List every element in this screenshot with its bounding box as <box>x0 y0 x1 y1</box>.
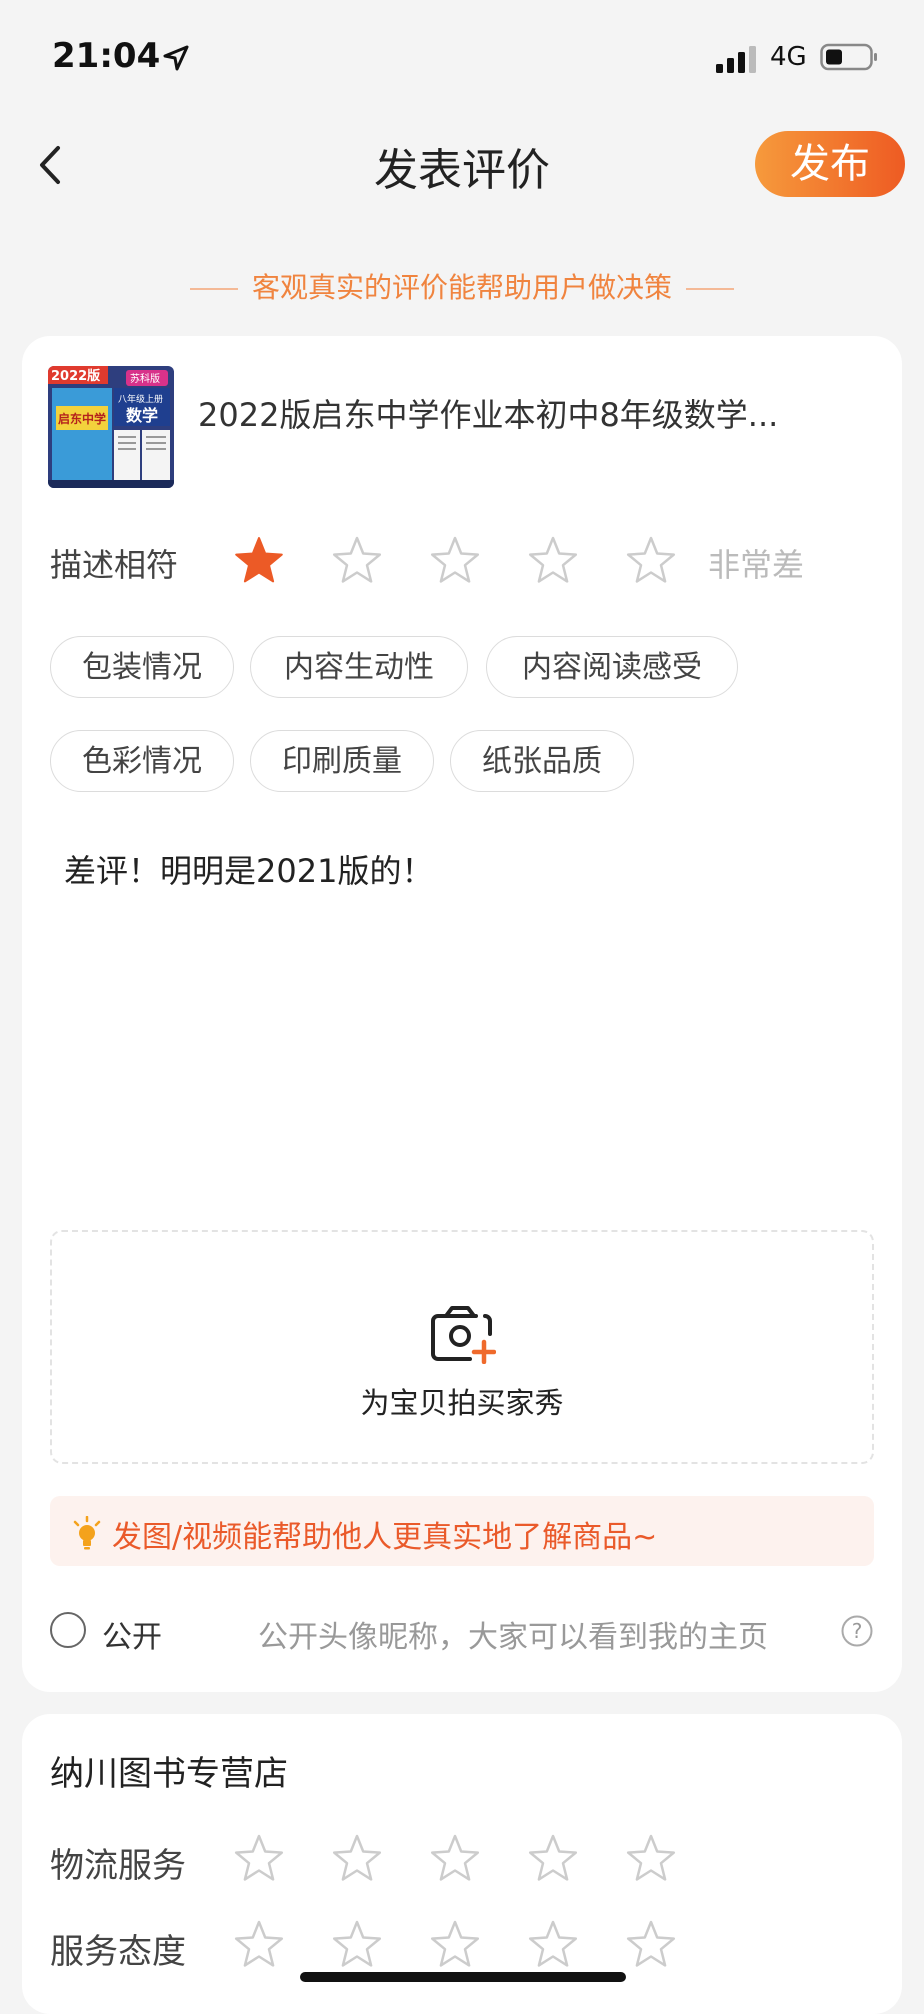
service-star-icon[interactable] <box>526 1918 580 1972</box>
rating-text: 非常差 <box>708 546 805 584</box>
service-star-icon[interactable] <box>428 1918 482 1972</box>
publish-button[interactable]: 发布 <box>755 131 905 197</box>
signal-icon <box>716 46 756 73</box>
rating-label: 描述相符 <box>50 546 179 584</box>
hint-text: 发图/视频能帮助他人更真实地了解商品~ <box>112 1520 658 1555</box>
cover-grade: 八年级上册 <box>118 393 163 405</box>
rating-star-icon[interactable] <box>526 534 580 588</box>
cover-version: 苏科版 <box>130 372 160 385</box>
cover-subject: 数学 <box>126 406 158 425</box>
product-title[interactable]: 2022版启东中学作业本初中8年级数学... <box>198 390 878 436</box>
service-label: 服务态度 <box>50 1932 186 1972</box>
upload-label: 为宝贝拍买家秀 <box>360 1386 564 1420</box>
tag-print-quality[interactable]: 印刷质量 <box>250 730 434 792</box>
rating-star-icon[interactable] <box>624 534 678 588</box>
home-indicator[interactable] <box>300 1972 626 1982</box>
logistics-star-icon[interactable] <box>624 1832 678 1886</box>
service-star-icon[interactable] <box>232 1918 286 1972</box>
cover-edition: 2022版 <box>51 368 100 384</box>
rating-star-icon[interactable] <box>428 534 482 588</box>
lightbulb-icon <box>73 1516 101 1550</box>
tip-text: 客观真实的评价能帮助用户做决策 <box>251 271 672 304</box>
help-icon[interactable]: ? <box>840 1614 874 1648</box>
logistics-star-icon[interactable] <box>330 1832 384 1886</box>
product-image: 2022版 苏科版 启东中学 八年级上册 数学 <box>48 366 174 488</box>
review-textarea[interactable]: 差评！明明是2021版的！ <box>64 846 433 892</box>
battery-icon <box>820 43 877 71</box>
store-name: 纳川图书专营店 <box>50 1754 288 1794</box>
tag-content-vividness[interactable]: 内容生动性 <box>250 636 468 698</box>
cover-brand: 启东中学 <box>58 411 106 426</box>
public-description: 公开头像昵称，大家可以看到我的主页 <box>258 1620 768 1655</box>
camera-plus-icon <box>431 1306 496 1364</box>
public-radio[interactable] <box>50 1612 86 1648</box>
tag-paper-quality[interactable]: 纸张品质 <box>450 730 634 792</box>
logistics-star-icon[interactable] <box>526 1832 580 1886</box>
logistics-label: 物流服务 <box>50 1846 186 1886</box>
network-type: 4G <box>770 42 807 72</box>
public-label[interactable]: 公开 <box>102 1612 162 1656</box>
service-star-icon[interactable] <box>330 1918 384 1972</box>
logistics-star-icon[interactable] <box>428 1832 482 1886</box>
tag-reading-experience[interactable]: 内容阅读感受 <box>486 636 738 698</box>
service-star-icon[interactable] <box>624 1918 678 1972</box>
location-arrow-icon <box>163 45 189 71</box>
rating-star-icon[interactable] <box>330 534 384 588</box>
rating-star-icon[interactable] <box>232 534 286 588</box>
status-time: 21:04 <box>52 36 161 76</box>
divider <box>189 288 238 290</box>
tag-color[interactable]: 色彩情况 <box>50 730 234 792</box>
divider <box>686 288 734 290</box>
logistics-star-icon[interactable] <box>232 1832 286 1886</box>
tip-banner: 客观真实的评价能帮助用户做决策 <box>0 266 924 306</box>
tag-packaging[interactable]: 包装情况 <box>50 636 234 698</box>
svg-text:?: ? <box>852 1619 863 1643</box>
